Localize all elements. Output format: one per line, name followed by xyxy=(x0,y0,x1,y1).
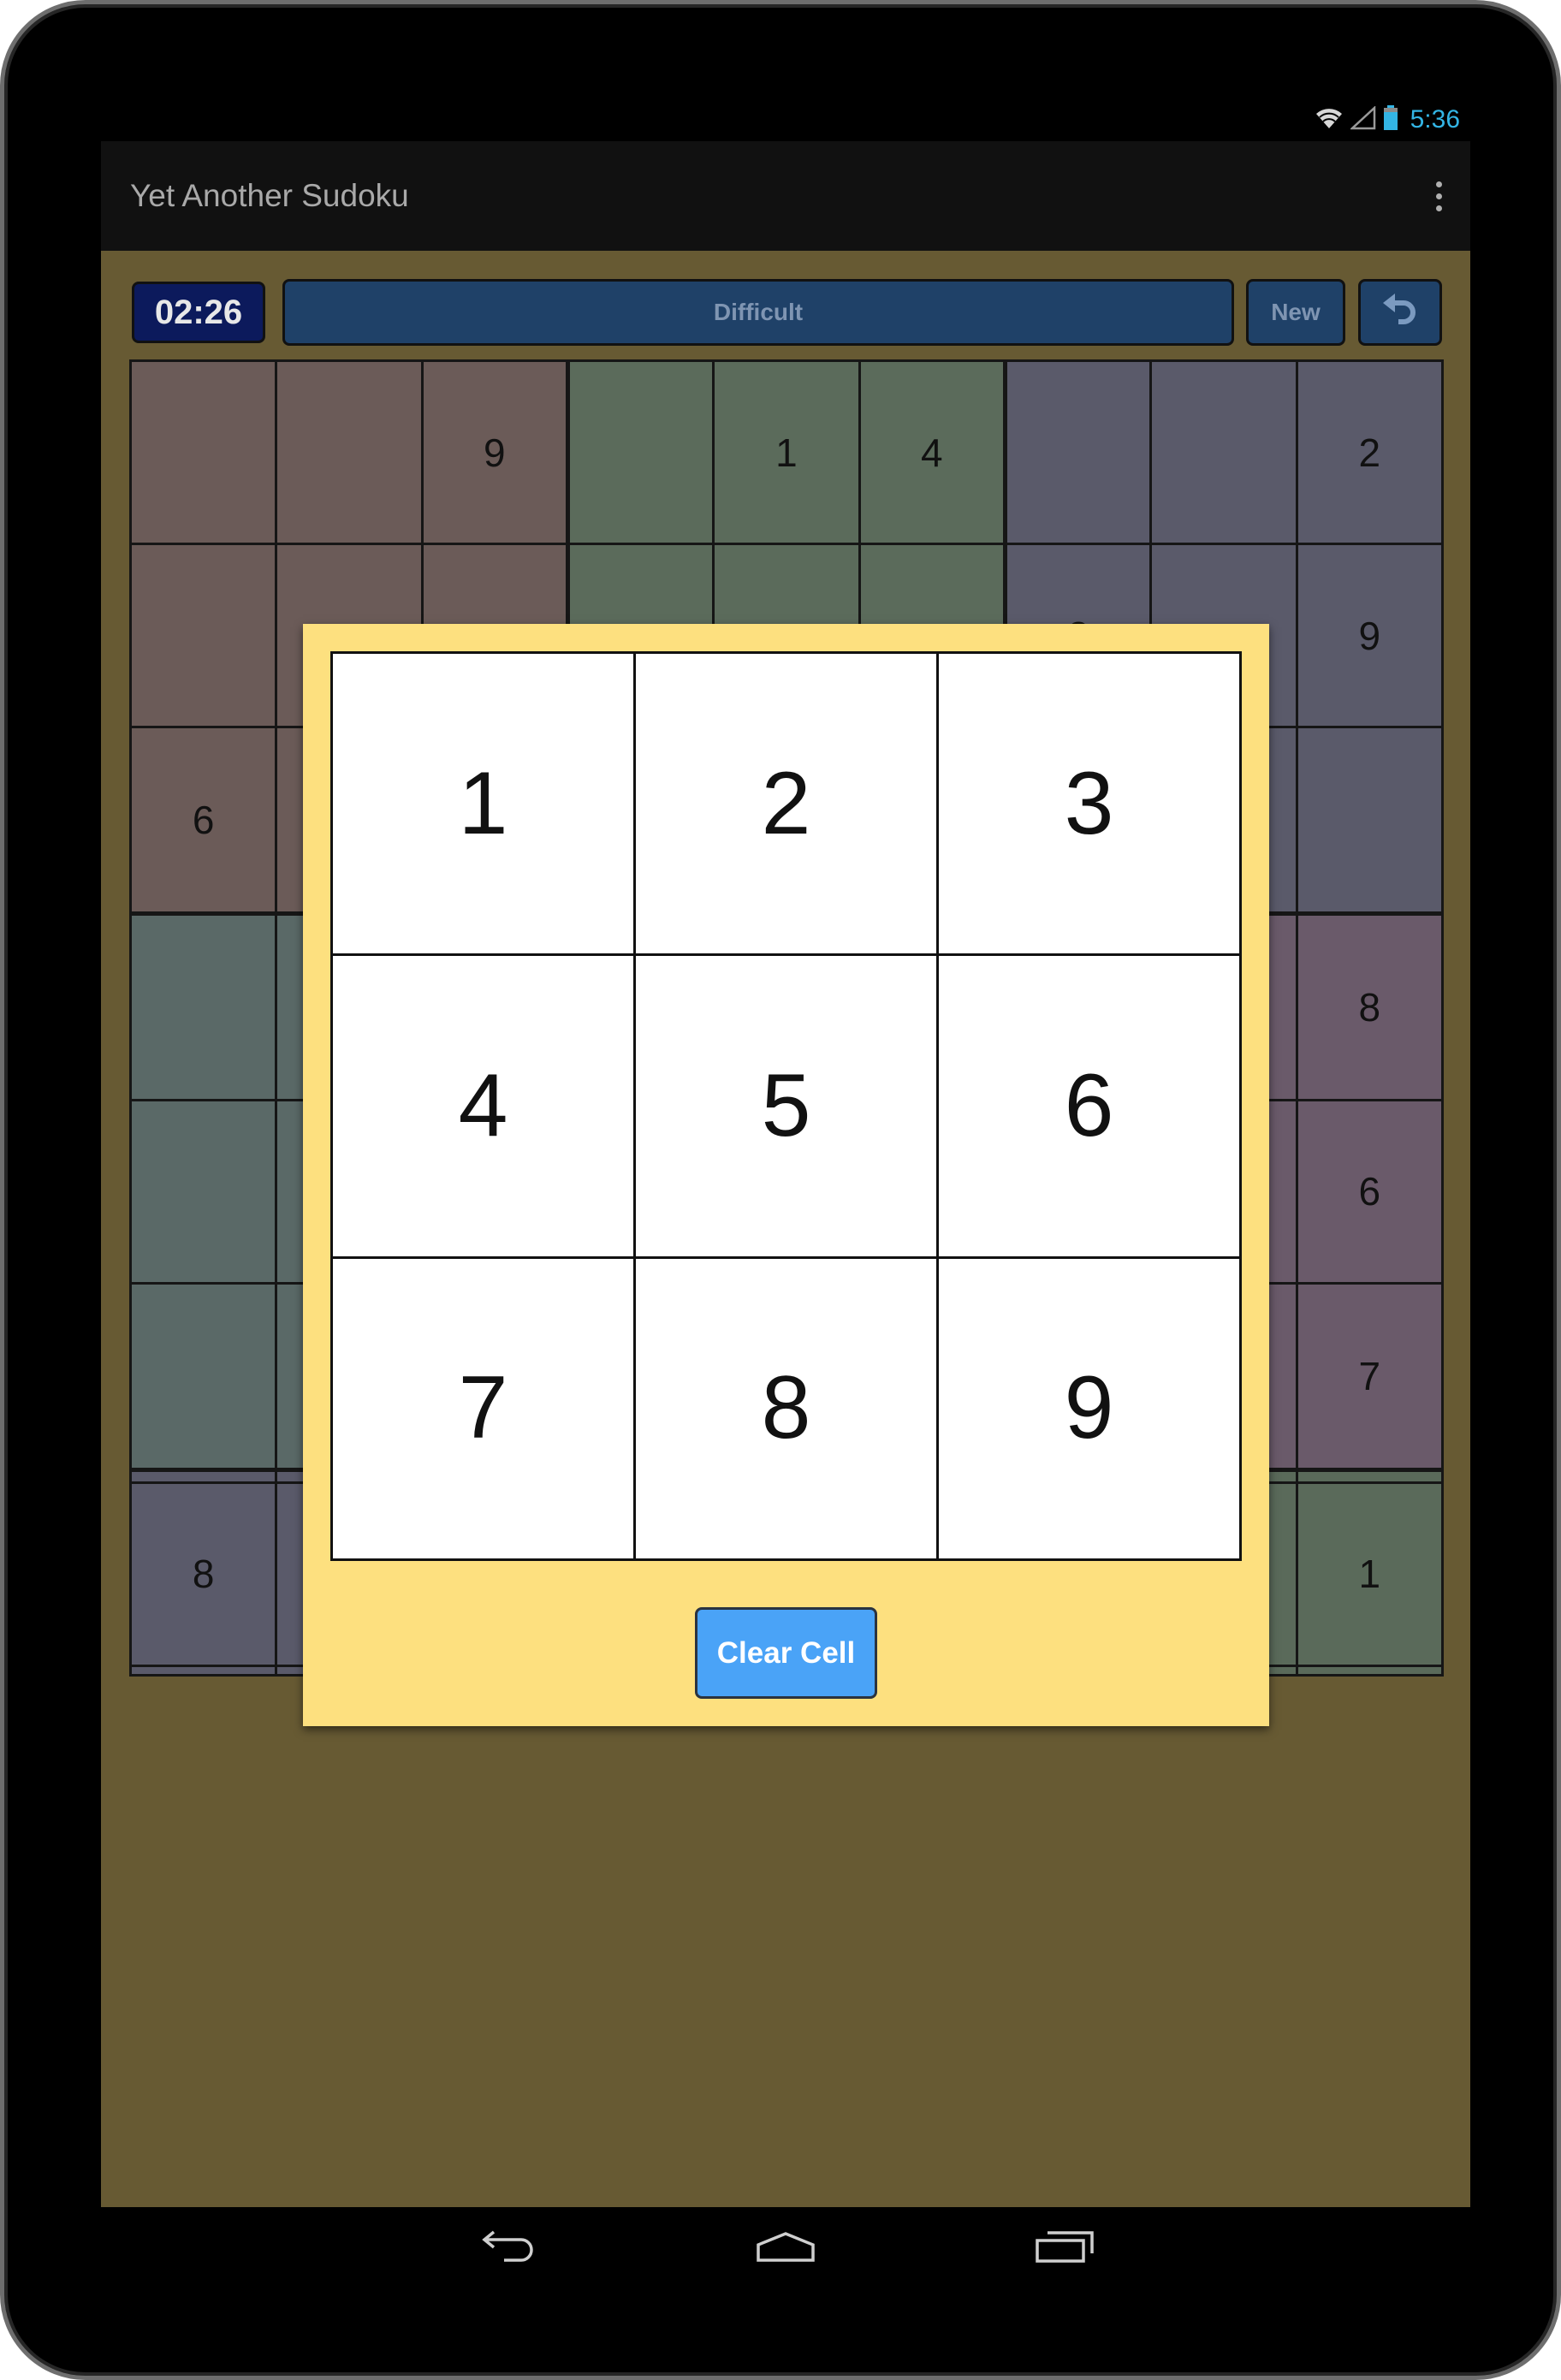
numpad-key-2[interactable]: 2 xyxy=(633,650,939,957)
grid-cell[interactable]: 2 xyxy=(1295,359,1445,546)
timer-display: 02:26 xyxy=(132,282,265,343)
clear-cell-button[interactable]: Clear Cell xyxy=(695,1607,877,1699)
numpad-row: 123 xyxy=(330,650,1242,957)
battery-icon xyxy=(1383,104,1398,135)
grid-cell[interactable] xyxy=(128,543,278,729)
grid-cell[interactable]: 1 xyxy=(1295,1481,1445,1667)
grid-cell[interactable] xyxy=(1295,1467,1445,1484)
grid-cell[interactable] xyxy=(1295,726,1445,915)
grid-cell[interactable] xyxy=(1002,359,1153,546)
tablet-frame: 5:36 Yet Another Sudoku 02:26 Difficult … xyxy=(0,0,1561,2380)
home-icon xyxy=(755,2229,816,2268)
grid-cell[interactable]: 6 xyxy=(1295,1098,1445,1285)
grid-cell[interactable] xyxy=(128,1664,278,1677)
grid-cell[interactable] xyxy=(128,359,278,546)
recents-button[interactable] xyxy=(1030,2224,1099,2272)
grid-cell[interactable] xyxy=(1149,359,1298,546)
numpad-key-7[interactable]: 7 xyxy=(330,1255,636,1562)
app-title: Yet Another Sudoku xyxy=(130,178,409,213)
difficulty-button[interactable]: Difficult xyxy=(282,279,1234,346)
grid-cell[interactable] xyxy=(128,1281,278,1471)
grid-cell[interactable] xyxy=(1295,1664,1445,1677)
numpad-key-3[interactable]: 3 xyxy=(936,650,1242,957)
numpad-row: 456 xyxy=(330,953,1242,1259)
grid-cell[interactable] xyxy=(128,911,278,1101)
numpad-key-4[interactable]: 4 xyxy=(330,953,636,1259)
grid-cell[interactable] xyxy=(565,359,715,546)
screen: 5:36 Yet Another Sudoku 02:26 Difficult … xyxy=(101,98,1470,2289)
number-pad: 123456789 xyxy=(330,650,1242,1562)
numpad-key-1[interactable]: 1 xyxy=(330,650,636,957)
grid-cell[interactable]: 6 xyxy=(128,726,278,915)
grid-cell[interactable]: 1 xyxy=(712,359,861,546)
back-button[interactable] xyxy=(474,2224,543,2272)
grid-cell[interactable]: 7 xyxy=(1295,1281,1445,1471)
more-vert-icon[interactable] xyxy=(1419,170,1458,222)
back-icon xyxy=(478,2229,538,2268)
game-area: 02:26 Difficult New 914289686781 1234567… xyxy=(101,251,1470,2207)
undo-icon xyxy=(1380,291,1421,335)
new-game-button[interactable]: New xyxy=(1246,279,1345,346)
grid-row: 914 2 xyxy=(128,359,1445,546)
status-bar: 5:36 xyxy=(101,98,1470,141)
grid-cell[interactable]: 9 xyxy=(1295,543,1445,729)
undo-button[interactable] xyxy=(1358,279,1442,346)
status-time: 5:36 xyxy=(1410,105,1460,134)
home-button[interactable] xyxy=(751,2224,820,2272)
numpad-key-6[interactable]: 6 xyxy=(936,953,1242,1259)
numpad-key-9[interactable]: 9 xyxy=(936,1255,1242,1562)
grid-cell[interactable]: 8 xyxy=(128,1481,278,1667)
grid-cell[interactable]: 4 xyxy=(858,359,1006,546)
numpad-key-8[interactable]: 8 xyxy=(633,1255,939,1562)
signal-icon xyxy=(1349,104,1376,134)
navigation-bar xyxy=(101,2207,1470,2289)
numpad-key-5[interactable]: 5 xyxy=(633,953,939,1259)
wifi-icon xyxy=(1315,106,1344,134)
recents-icon xyxy=(1034,2229,1095,2268)
grid-cell[interactable] xyxy=(275,359,424,546)
action-bar: Yet Another Sudoku xyxy=(101,141,1470,251)
grid-cell[interactable]: 8 xyxy=(1295,911,1445,1101)
grid-cell[interactable]: 9 xyxy=(420,359,569,546)
grid-cell[interactable] xyxy=(128,1467,278,1484)
grid-cell[interactable] xyxy=(128,1098,278,1285)
number-picker-dialog: 123456789 Clear Cell xyxy=(303,624,1269,1726)
numpad-row: 789 xyxy=(330,1255,1242,1562)
